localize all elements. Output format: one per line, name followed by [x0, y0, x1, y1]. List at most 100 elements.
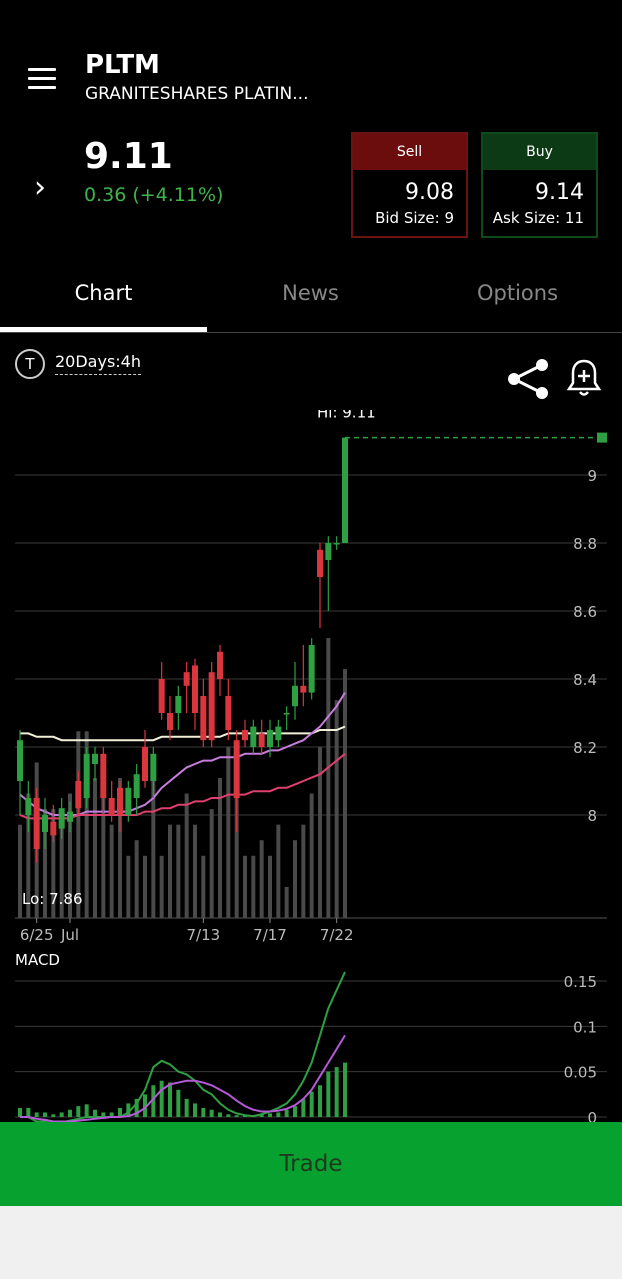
- trade-button[interactable]: Trade: [0, 1122, 622, 1206]
- macd-histogram-bar: [318, 1085, 322, 1117]
- candle-body: [167, 713, 173, 730]
- macd-lines: [20, 971, 346, 1122]
- candle-body: [33, 798, 40, 849]
- candle-body: [317, 549, 323, 577]
- macd-histogram-bar: [209, 1109, 214, 1117]
- macd-tick-label: 0.1: [573, 1018, 597, 1036]
- ticker-symbol: PLTM: [85, 50, 160, 80]
- time-tick-label: 7/17: [253, 926, 287, 944]
- volume-bar: [268, 855, 272, 918]
- tab-bar: Chart News Options: [0, 268, 622, 333]
- hi-label: Hi: 9.11: [317, 410, 376, 422]
- macd-tick-label: 0.05: [564, 1064, 597, 1082]
- candle-body: [267, 730, 273, 747]
- share-icon[interactable]: [506, 357, 550, 401]
- candle-body: [100, 753, 107, 798]
- sell-button[interactable]: Sell 9.08 Bid Size: 9: [351, 132, 468, 238]
- volume-bar: [243, 855, 247, 918]
- price-tick-label: 8.6: [573, 603, 597, 621]
- time-tick-label: 7/22: [320, 926, 354, 944]
- price-tick-label: 8.4: [573, 671, 597, 689]
- price-tick-label: 8.2: [573, 739, 597, 757]
- volume-bar: [309, 793, 314, 918]
- volume-bar: [168, 824, 172, 918]
- volume-bar: [259, 840, 264, 918]
- bell-plus-icon[interactable]: [566, 357, 602, 399]
- volume-bars: [18, 638, 347, 918]
- ask-price: 9.14: [535, 180, 584, 205]
- candle-body: [208, 672, 215, 741]
- volume-bar: [301, 824, 306, 918]
- candle-body: [242, 730, 248, 741]
- volume-bar: [293, 840, 297, 918]
- candle-body: [125, 787, 132, 815]
- tab-news[interactable]: News: [207, 268, 414, 318]
- candle-body: [42, 815, 48, 832]
- price-chart[interactable]: 9 8.8 8.6 8.4 8.2 8 6/25 Jul 7/13 7/17 7/22 Hi: 9…: [0, 410, 622, 950]
- volume-bar: [93, 778, 97, 918]
- tab-chart[interactable]: Chart: [0, 268, 207, 318]
- volume-bar: [251, 855, 256, 918]
- volume-bar: [184, 793, 189, 918]
- candle-body: [225, 696, 232, 730]
- t-badge-icon[interactable]: T: [15, 349, 45, 379]
- macd-histogram-bar: [68, 1109, 72, 1117]
- macd-histogram-bar: [309, 1091, 314, 1117]
- price-tick-label: 8: [587, 807, 597, 825]
- macd-tick-label: 0.15: [564, 973, 597, 991]
- macd-histogram-bar: [59, 1112, 64, 1117]
- candle-body: [283, 713, 290, 715]
- candle-body: [17, 740, 23, 781]
- macd-histogram-bar: [218, 1112, 222, 1117]
- price-tick-label: 9: [587, 467, 597, 485]
- macd-tick-label: 0: [587, 1109, 597, 1122]
- bid-price: 9.08: [405, 180, 454, 205]
- candle-body: [133, 774, 140, 798]
- time-tick-label: 6/25: [20, 926, 54, 944]
- hamburger-menu-icon[interactable]: [28, 68, 56, 90]
- volume-bar: [143, 855, 147, 918]
- macd-histogram-bar: [43, 1112, 47, 1117]
- interval-selector[interactable]: 20Days:4h: [55, 352, 141, 375]
- macd-histogram-bar: [26, 1107, 31, 1117]
- macd-histogram-bar: [334, 1067, 339, 1117]
- candle-body: [275, 726, 282, 741]
- volume-bar: [193, 824, 197, 918]
- macd-histogram-bar: [51, 1114, 56, 1117]
- candle-body: [175, 696, 182, 713]
- candle-body: [183, 672, 190, 686]
- candle-body: [292, 685, 298, 707]
- candle-body: [150, 753, 157, 781]
- macd-chart[interactable]: MACD 0.15 0.1 0.05 0: [0, 945, 622, 1122]
- tab-options[interactable]: Options: [414, 268, 621, 318]
- time-tick-label: Jul: [60, 926, 79, 944]
- buy-label: Buy: [483, 134, 596, 170]
- instrument-name: GRANITESHARES PLATIN...: [85, 84, 309, 104]
- bottom-bar: [0, 1206, 622, 1279]
- candle-body: [50, 821, 57, 836]
- lo-label: Lo: 7.86: [22, 890, 83, 908]
- buy-button[interactable]: Buy 9.14 Ask Size: 11: [481, 132, 598, 238]
- candle-body: [192, 665, 198, 713]
- macd-histogram-bar: [326, 1071, 331, 1117]
- macd-histogram-bar: [284, 1109, 289, 1117]
- macd-line: [20, 971, 346, 1122]
- chevron-right-icon[interactable]: ›: [34, 170, 46, 205]
- volume-bar: [334, 700, 339, 918]
- candle-body: [258, 733, 265, 747]
- volume-bar: [326, 638, 331, 918]
- candle-body: [308, 645, 315, 693]
- macd-histogram-bar: [34, 1112, 39, 1117]
- volume-bar: [109, 824, 114, 918]
- candle-body: [67, 811, 73, 822]
- candle-body: [25, 798, 32, 815]
- candle-body: [58, 808, 65, 829]
- macd-histogram-bar: [293, 1106, 297, 1117]
- price-change: 0.36 (+4.11%): [84, 184, 224, 206]
- candle-body: [83, 753, 90, 798]
- candle-body: [108, 798, 115, 815]
- candle-body: [325, 543, 332, 560]
- candle-body: [200, 696, 207, 741]
- active-tab-indicator: [0, 327, 207, 332]
- macd-histogram-bar: [301, 1098, 306, 1117]
